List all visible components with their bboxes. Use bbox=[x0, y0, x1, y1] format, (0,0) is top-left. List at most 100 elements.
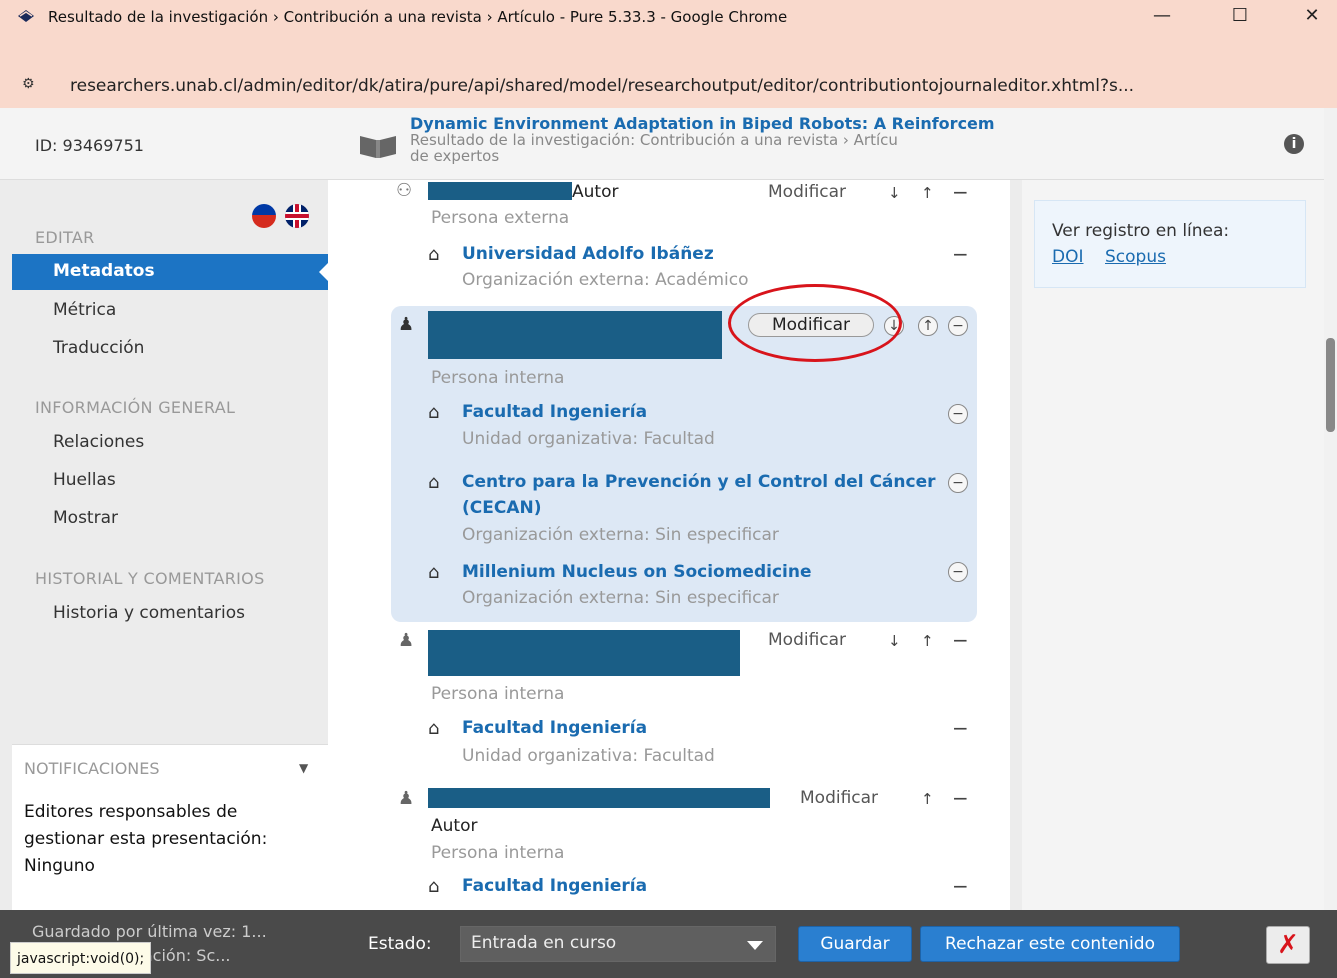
close-editor-button[interactable]: ✗ bbox=[1266, 926, 1310, 964]
flag-uk-icon[interactable] bbox=[285, 204, 310, 228]
reject-button[interactable]: Rechazar este contenido bbox=[920, 926, 1180, 962]
estado-label: Estado: bbox=[368, 934, 432, 954]
redacted-name bbox=[428, 182, 572, 200]
flag-chile-icon[interactable] bbox=[252, 204, 276, 228]
remove-icon[interactable]: − bbox=[952, 180, 969, 204]
move-up-icon[interactable]: ↑ bbox=[921, 184, 934, 202]
online-record-label: Ver registro en línea: bbox=[1052, 221, 1230, 241]
modify-link[interactable]: Modificar bbox=[800, 788, 878, 808]
nav-item-historia[interactable]: Historia y comentarios bbox=[53, 603, 245, 623]
chevron-down-icon[interactable]: ▼ bbox=[299, 761, 308, 775]
nav-item-relaciones[interactable]: Relaciones bbox=[53, 432, 144, 452]
home-icon: ⌂ bbox=[428, 876, 440, 897]
redacted-name bbox=[428, 311, 722, 359]
save-button[interactable]: Guardar bbox=[798, 926, 912, 962]
doi-link[interactable]: DOI bbox=[1052, 247, 1084, 267]
editor-header: ID: 93469751 Dynamic Environment Adaptat… bbox=[0, 108, 1324, 180]
remove-icon[interactable]: − bbox=[952, 786, 969, 810]
nav-item-huellas[interactable]: Huellas bbox=[53, 470, 116, 490]
author-role: Autor bbox=[431, 816, 478, 836]
nav-item-metadatos[interactable]: Metadatos bbox=[12, 254, 329, 290]
org-name-line2[interactable]: (CECAN) bbox=[462, 498, 542, 518]
estado-select[interactable]: Entrada en curso bbox=[460, 926, 776, 962]
remove-icon[interactable]: − bbox=[948, 404, 968, 424]
nav-item-mostrar[interactable]: Mostrar bbox=[53, 508, 118, 528]
address-bar: ⚙ researchers.unab.cl/admin/editor/dk/at… bbox=[0, 64, 1337, 108]
scrollbar[interactable] bbox=[1324, 108, 1337, 910]
url-text[interactable]: researchers.unab.cl/admin/editor/dk/atir… bbox=[70, 76, 1134, 96]
modify-link[interactable]: Modificar bbox=[768, 630, 846, 650]
footer-bar: Guardado por última vez: 1... rtación: S… bbox=[0, 910, 1337, 978]
person-type: Persona externa bbox=[431, 208, 570, 228]
close-window-button[interactable]: ✕ bbox=[1292, 4, 1332, 28]
remove-icon[interactable]: − bbox=[952, 628, 969, 652]
author-role: Autor bbox=[572, 182, 619, 202]
browser-titlebar: Resultado de la investigación › Contribu… bbox=[0, 0, 1337, 64]
org-type: Organización externa: Académico bbox=[462, 270, 749, 290]
record-subtitle: Resultado de la investigación: Contribuc… bbox=[410, 132, 1010, 164]
home-outline-icon: ⌂ bbox=[428, 472, 440, 493]
move-up-icon[interactable]: ↑ bbox=[921, 632, 934, 650]
remove-icon[interactable]: − bbox=[952, 242, 969, 266]
move-up-icon[interactable]: ↑ bbox=[921, 790, 934, 808]
online-record-box: Ver registro en línea: DOI Scopus bbox=[1034, 200, 1306, 288]
site-settings-icon[interactable]: ⚙ bbox=[22, 76, 52, 98]
language-switcher bbox=[248, 204, 310, 228]
modify-link[interactable]: Modificar bbox=[768, 182, 846, 202]
org-name[interactable]: Facultad Ingeniería bbox=[462, 718, 647, 738]
org-name[interactable]: Facultad Ingeniería bbox=[462, 876, 647, 896]
right-panel: Ver registro en línea: DOI Scopus bbox=[1022, 180, 1324, 910]
home-outline-icon: ⌂ bbox=[428, 562, 440, 583]
move-down-icon[interactable]: ↓ bbox=[888, 632, 901, 650]
last-saved-text: Guardado por última vez: 1... bbox=[32, 922, 267, 941]
minimize-button[interactable]: — bbox=[1142, 4, 1182, 28]
remove-icon[interactable]: − bbox=[952, 874, 969, 898]
org-type: Organización externa: Sin especificar bbox=[462, 525, 779, 545]
remove-icon[interactable]: − bbox=[948, 316, 968, 336]
move-up-icon[interactable]: ↑ bbox=[918, 316, 938, 336]
org-name[interactable]: Centro para la Prevención y el Control d… bbox=[462, 472, 936, 492]
org-type: Organización externa: Sin especificar bbox=[462, 588, 779, 608]
person-type: Persona interna bbox=[431, 368, 565, 388]
nav-item-metadatos-label: Metadatos bbox=[53, 261, 155, 281]
chevron-down-icon bbox=[747, 941, 763, 950]
authors-list: ⚇ Autor Persona externa Modificar ↓ ↑ − … bbox=[328, 180, 1012, 910]
record-subtitle-line1: Resultado de la investigación: Contribuc… bbox=[410, 131, 898, 149]
person-icon: ♟ bbox=[398, 630, 415, 651]
maximize-button[interactable]: ☐ bbox=[1220, 4, 1260, 28]
section-informacion-general: INFORMACIÓN GENERAL bbox=[35, 398, 236, 417]
nav-item-traduccion[interactable]: Traducción bbox=[53, 338, 144, 358]
remove-icon[interactable]: − bbox=[948, 473, 968, 493]
person-icon: ♟ bbox=[398, 314, 415, 335]
notifications-panel: NOTIFICACIONES ▼ Editores responsables d… bbox=[12, 744, 328, 910]
remove-icon[interactable]: − bbox=[948, 562, 968, 582]
person-icon: ♟ bbox=[398, 788, 415, 809]
record-subtitle-line2: de expertos bbox=[410, 147, 500, 165]
annotation-circle bbox=[728, 284, 902, 362]
record-id: ID: 93469751 bbox=[35, 136, 144, 155]
browser-status-bar: javascript:void(0); bbox=[10, 942, 152, 974]
redacted-name bbox=[428, 788, 770, 808]
nav-item-metrica[interactable]: Métrica bbox=[53, 300, 116, 320]
org-name[interactable]: Universidad Adolfo Ibáñez bbox=[462, 244, 714, 264]
org-type: Unidad organizativa: Facultad bbox=[462, 429, 715, 449]
section-historial: HISTORIAL Y COMENTARIOS bbox=[35, 569, 265, 588]
book-icon bbox=[360, 136, 396, 158]
right-gutter bbox=[1010, 180, 1022, 910]
notifications-heading: NOTIFICACIONES bbox=[24, 759, 160, 778]
window-title: Resultado de la investigación › Contribu… bbox=[48, 8, 788, 26]
org-name[interactable]: Millenium Nucleus on Sociomedicine bbox=[462, 562, 811, 582]
app-icon bbox=[18, 10, 34, 22]
scrollbar-thumb[interactable] bbox=[1326, 338, 1335, 432]
scopus-link[interactable]: Scopus bbox=[1105, 247, 1166, 267]
move-down-icon[interactable]: ↓ bbox=[888, 184, 901, 202]
info-icon[interactable]: i bbox=[1284, 134, 1304, 154]
person-type: Persona interna bbox=[431, 843, 565, 863]
remove-icon[interactable]: − bbox=[952, 716, 969, 740]
redacted-name bbox=[428, 630, 740, 676]
estado-value: Entrada en curso bbox=[471, 933, 617, 953]
org-name[interactable]: Facultad Ingeniería bbox=[462, 402, 647, 422]
org-type: Unidad organizativa: Facultad bbox=[462, 746, 715, 766]
section-editar: EDITAR bbox=[35, 228, 95, 247]
home-icon: ⌂ bbox=[428, 718, 440, 739]
